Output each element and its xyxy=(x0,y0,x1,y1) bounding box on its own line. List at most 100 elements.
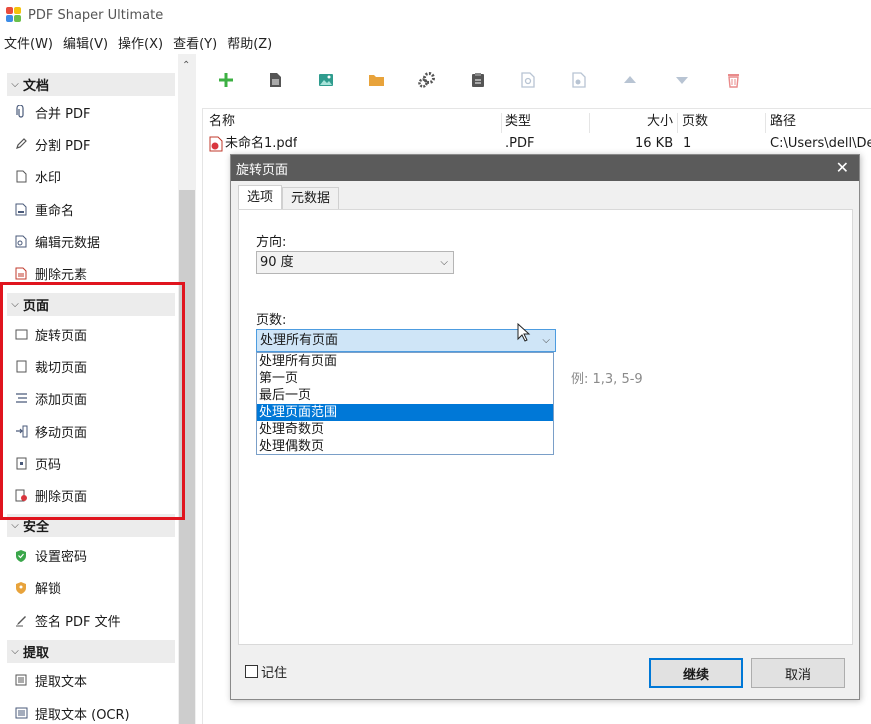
document-icon[interactable] xyxy=(265,70,285,90)
sidebar-item-label: 重命名 xyxy=(35,203,75,219)
gears-icon[interactable] xyxy=(417,70,437,90)
page-icon xyxy=(14,169,28,183)
sidebar-item-extract-text-ocr[interactable]: 提取文本 (OCR) xyxy=(14,702,130,724)
remember-label: 记住 xyxy=(261,666,288,681)
delete-element-icon xyxy=(14,266,28,280)
remember-checkbox[interactable]: 记住 xyxy=(245,662,287,681)
file-type: .PDF xyxy=(505,136,535,151)
menu-help[interactable]: 帮助(Z) xyxy=(223,33,276,52)
sidebar-item-label: 分割 PDF xyxy=(35,138,91,154)
sidebar-item-label: 提取文本 xyxy=(35,674,88,690)
chevron-down-icon: ⌵ xyxy=(11,520,19,531)
toolbar xyxy=(200,54,871,106)
file-name: 未命名1.pdf xyxy=(225,136,298,151)
column-pages[interactable]: 页数 xyxy=(682,111,708,133)
clipboard-icon[interactable] xyxy=(468,70,488,90)
chevron-down-icon: ⌵ xyxy=(11,79,19,90)
pages-label: 页数: xyxy=(256,313,287,328)
sidebar-group-label: 提取 xyxy=(23,646,50,661)
text-document-icon xyxy=(14,673,28,687)
sidebar-item-set-password[interactable]: 设置密码 xyxy=(14,544,87,566)
column-name[interactable]: 名称 xyxy=(209,111,235,133)
column-type[interactable]: 类型 xyxy=(505,111,531,133)
folder-icon[interactable] xyxy=(366,70,386,90)
table-row[interactable]: 未命名1.pdf .PDF 16 KB 1 C:\Users\dell\De xyxy=(203,133,871,155)
menu-action[interactable]: 操作(X) xyxy=(114,33,167,52)
sidebar-item-split[interactable]: 分割 PDF xyxy=(14,133,90,155)
pencil-icon xyxy=(14,137,28,151)
sidebar-item-label: 删除元素 xyxy=(35,267,88,283)
sidebar-item-label: 签名 PDF 文件 xyxy=(35,614,121,630)
tab-options[interactable]: 选项 xyxy=(238,185,283,209)
menu-bar: 文件(W) 编辑(V) 操作(X) 查看(Y) 帮助(Z) xyxy=(0,31,278,53)
ocr-icon xyxy=(14,706,28,720)
dropdown-option[interactable]: 第一页 xyxy=(257,370,553,387)
dropdown-option[interactable]: 最后一页 xyxy=(257,387,553,404)
move-up-icon[interactable] xyxy=(620,70,640,90)
dialog-title: 旋转页面 xyxy=(236,162,289,178)
pages-dropdown-list: 处理所有页面 第一页 最后一页 处理页面范围 处理奇数页 处理偶数页 xyxy=(256,352,554,455)
sidebar-item-unlock[interactable]: 解锁 xyxy=(14,576,61,598)
pages-select[interactable]: 处理所有页面 ⌵ xyxy=(256,329,556,352)
add-icon[interactable] xyxy=(216,70,236,90)
trash-icon[interactable] xyxy=(723,70,743,90)
mouse-cursor-icon xyxy=(517,322,531,347)
dropdown-option[interactable]: 处理所有页面 xyxy=(257,353,553,370)
file-pages: 1 xyxy=(683,136,692,151)
sidebar-group-extract[interactable]: ⌵ 提取 xyxy=(7,640,175,663)
chevron-down-icon: ⌵ xyxy=(440,257,448,268)
sidebar-item-label: 编辑元数据 xyxy=(35,235,101,251)
metadata-icon xyxy=(14,234,28,248)
file-name-cell: 未命名1.pdf xyxy=(209,133,297,155)
rename-icon xyxy=(14,202,28,216)
dialog-tabs: 选项 元数据 xyxy=(238,185,340,209)
sidebar-item-label: 水印 xyxy=(35,170,62,186)
cancel-button[interactable]: 取消 xyxy=(751,658,845,688)
search-document-icon[interactable] xyxy=(518,70,538,90)
column-path[interactable]: 路径 xyxy=(770,111,796,133)
close-icon[interactable]: ✕ xyxy=(836,158,849,177)
range-hint: 例: 1,3, 5-9 xyxy=(571,372,643,387)
scroll-up-arrow-icon[interactable]: ⌃ xyxy=(182,60,190,71)
menu-view[interactable]: 查看(Y) xyxy=(169,33,221,52)
sidebar-item-watermark[interactable]: 水印 xyxy=(14,165,61,187)
sidebar-item-merge[interactable]: 合并 PDF xyxy=(14,101,90,123)
sidebar-group-label: 文档 xyxy=(23,79,50,94)
dropdown-option-selected[interactable]: 处理页面范围 xyxy=(257,404,553,421)
sidebar-item-edit-metadata[interactable]: 编辑元数据 xyxy=(14,230,100,252)
shield-check-icon xyxy=(14,548,28,562)
file-path: C:\Users\dell\De xyxy=(770,136,871,151)
move-down-icon[interactable] xyxy=(672,70,692,90)
checkbox-box[interactable] xyxy=(245,665,258,678)
pages-value: 处理所有页面 xyxy=(260,333,339,348)
sidebar-item-label: 设置密码 xyxy=(35,549,88,565)
sidebar-item-sign-pdf[interactable]: 签名 PDF 文件 xyxy=(14,609,121,631)
continue-button[interactable]: 继续 xyxy=(649,658,743,688)
tab-metadata[interactable]: 元数据 xyxy=(282,187,340,209)
menu-edit[interactable]: 编辑(V) xyxy=(59,33,112,52)
direction-label: 方向: xyxy=(256,235,287,250)
signature-pen-icon xyxy=(14,613,28,627)
dialog-title-bar: 旋转页面 ✕ xyxy=(231,155,859,181)
file-list-header: 名称 类型 大小 页数 路径 xyxy=(203,111,871,133)
dropdown-option[interactable]: 处理偶数页 xyxy=(257,438,553,455)
file-size: 16 KB xyxy=(635,136,674,151)
sidebar-item-extract-text[interactable]: 提取文本 xyxy=(14,669,87,691)
chevron-down-icon: ⌵ xyxy=(11,646,19,657)
dropdown-option[interactable]: 处理奇数页 xyxy=(257,421,553,438)
rotate-pages-dialog: 旋转页面 ✕ 选项 元数据 方向: 90 度 ⌵ 页数: 处理所有页面 ⌵ 处理… xyxy=(230,154,860,700)
direction-select[interactable]: 90 度 ⌵ xyxy=(256,251,454,274)
menu-file[interactable]: 文件(W) xyxy=(0,33,57,52)
sidebar-item-label: 解锁 xyxy=(35,581,62,597)
direction-value: 90 度 xyxy=(260,255,294,270)
column-size[interactable]: 大小 xyxy=(647,111,673,133)
sidebar-item-delete-elements[interactable]: 删除元素 xyxy=(14,262,87,284)
sidebar-item-rename[interactable]: 重命名 xyxy=(14,198,74,220)
title-bar: PDF Shaper Ultimate xyxy=(0,0,871,30)
paperclip-icon xyxy=(14,105,28,119)
sidebar-item-label: 合并 PDF xyxy=(35,106,91,122)
sidebar-group-document[interactable]: ⌵ 文档 xyxy=(7,73,175,96)
shield-unlock-icon xyxy=(14,580,28,594)
image-icon[interactable] xyxy=(316,70,336,90)
settings-document-icon[interactable] xyxy=(569,70,589,90)
